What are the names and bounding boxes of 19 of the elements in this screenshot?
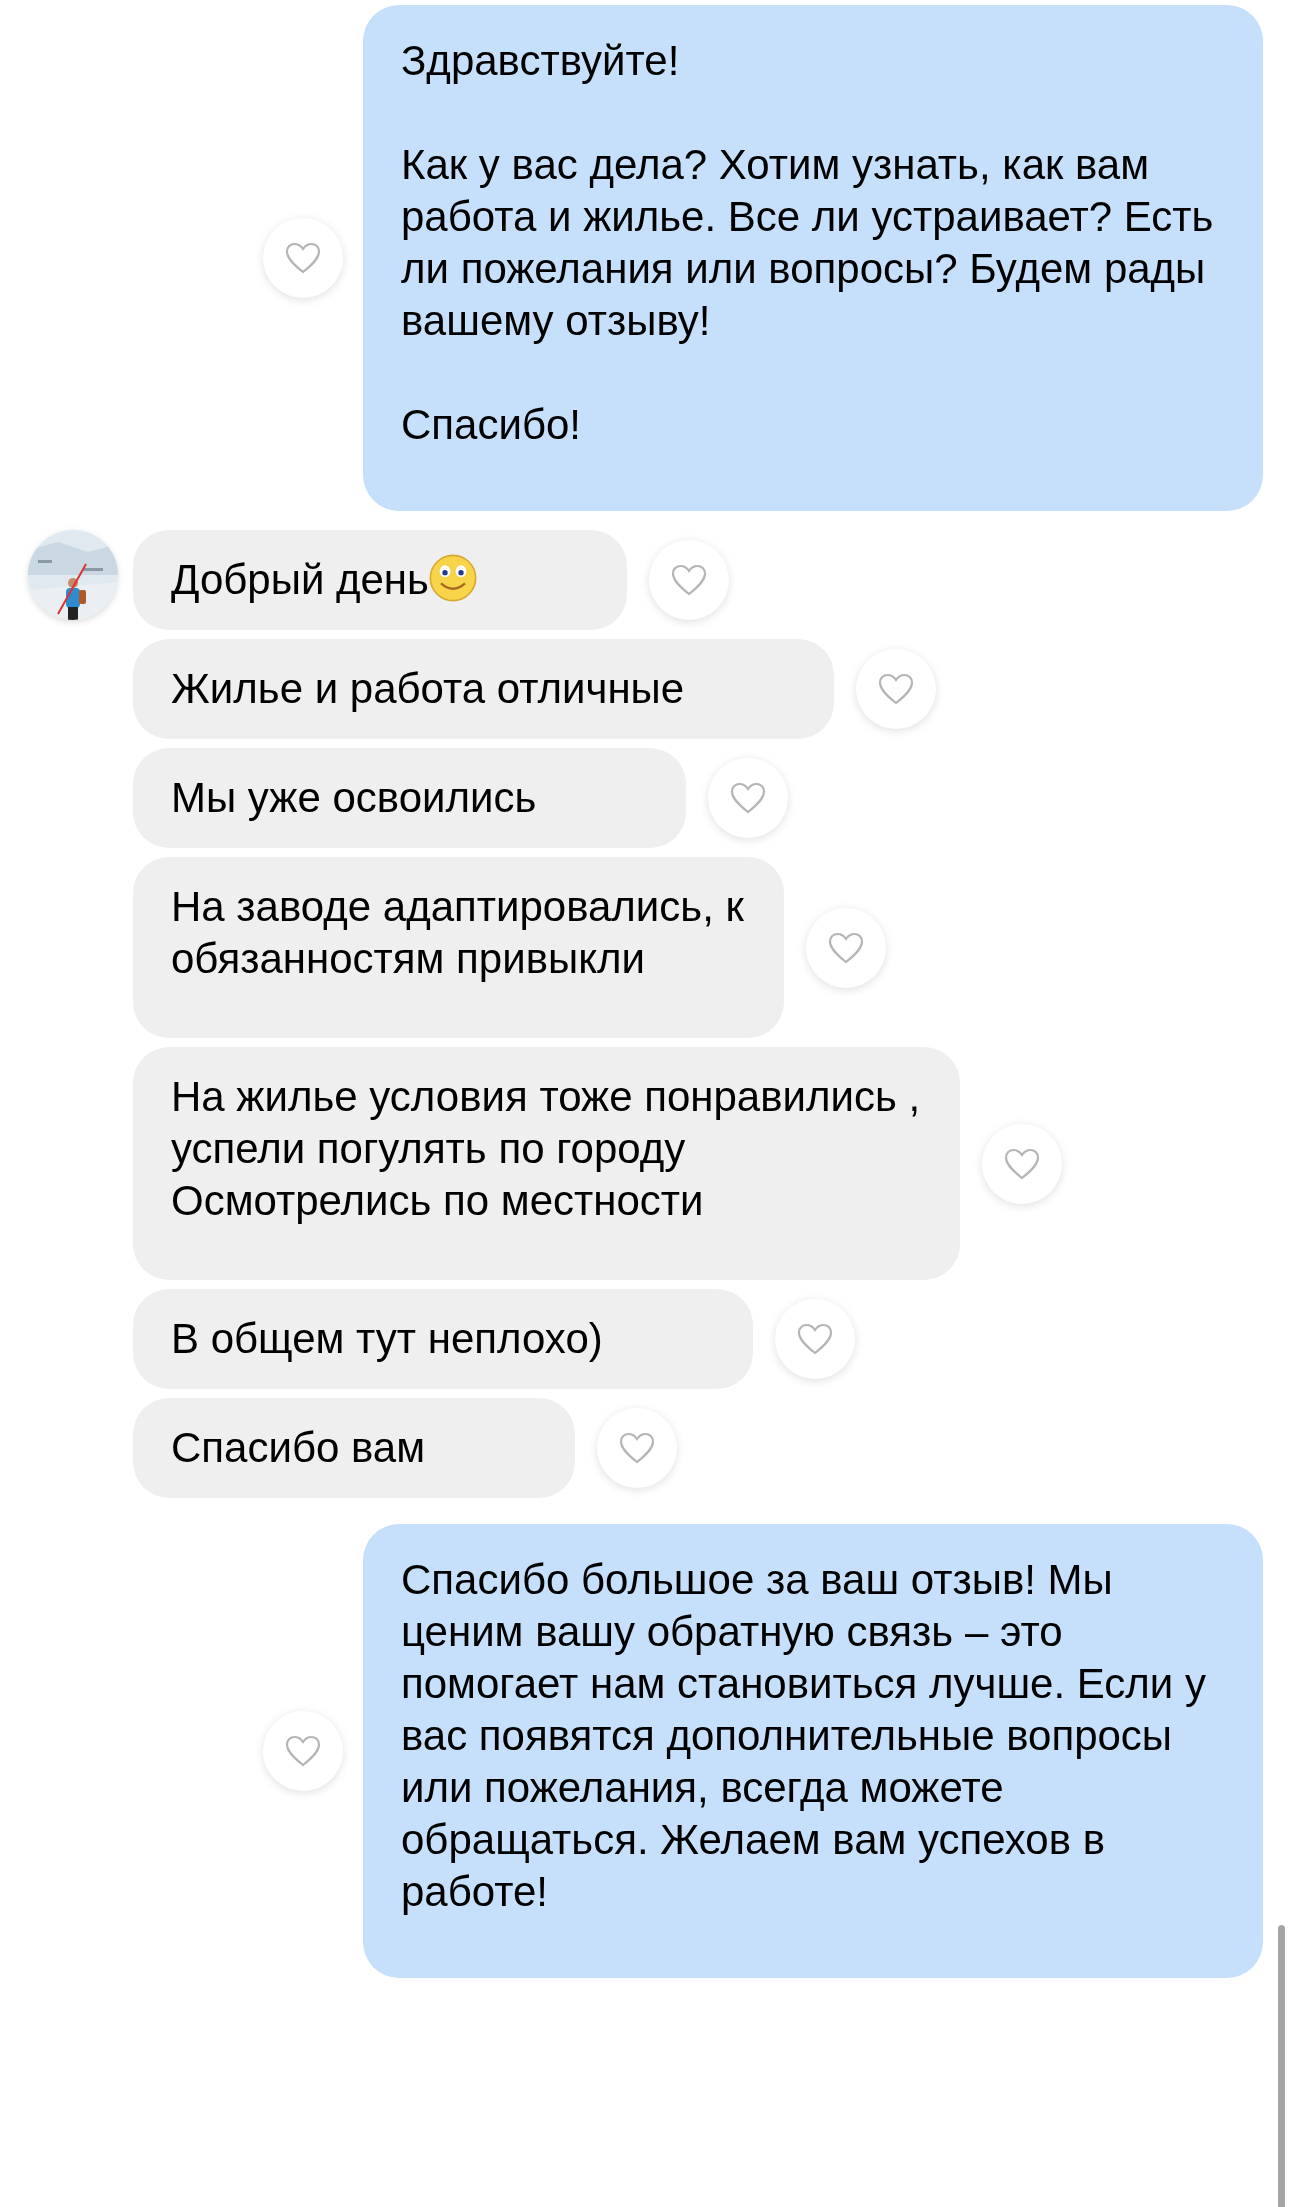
message-bubble: Добрый день	[133, 530, 627, 630]
scrollbar[interactable]	[1278, 1925, 1285, 2207]
message-bubble: На заводе адаптировались, к обязанностям привыкли	[133, 857, 784, 1038]
message-bubble: Здравствуйте! Как у вас дела? Хотим узнать, как вам работа и жилье. Все ли устраивает? Есть ли пожелания или вопросы? Будем рады вашему отзыву! Спасибо!	[363, 5, 1263, 511]
heart-icon	[1004, 1147, 1041, 1180]
message-bubble: Спасибо большое за ваш отзыв! Мы ценим вашу обратную связь – это помогает нам становиться лучше. Если у вас появятся дополнительные вопросы или пожелания, всегда можете обращаться. Желаем вам успехов в работе!	[363, 1524, 1263, 1978]
heart-icon	[670, 564, 707, 596]
message-bubble: Спасибо вам	[133, 1398, 576, 1498]
heart-icon	[619, 1432, 656, 1464]
heart-icon	[827, 931, 864, 964]
heart-icon	[730, 782, 767, 814]
message-bubble: В общем тут неплохо)	[133, 1289, 753, 1389]
message-bubble: Жилье и работа отличные	[133, 639, 835, 739]
message-bubble: Мы уже освоились	[133, 748, 687, 848]
heart-icon	[878, 673, 915, 705]
heart-icon	[285, 242, 321, 274]
heart-icon	[796, 1323, 833, 1355]
message-bubble: На жилье условия тоже понравились , успели погулять по городу Осмотрелись по местности	[133, 1047, 961, 1280]
heart-icon	[285, 1735, 321, 1767]
